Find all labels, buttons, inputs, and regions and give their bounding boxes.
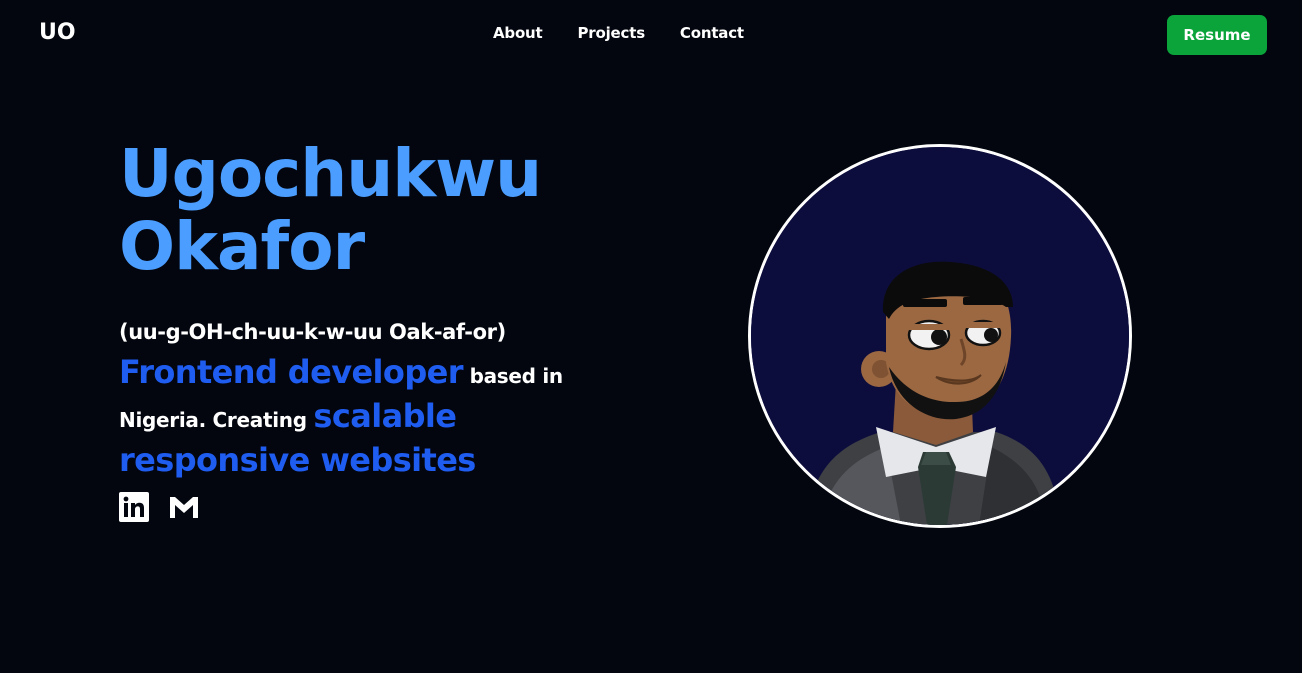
main-nav: About Projects Contact [493, 24, 779, 42]
nav-about[interactable]: About [493, 24, 543, 42]
logo[interactable]: UO [39, 20, 76, 45]
nav-projects[interactable]: Projects [578, 24, 646, 42]
name-first: Ugochukwu [119, 135, 542, 212]
hero-bio: Frontend developer based in Nigeria. Cre… [119, 352, 599, 484]
gmail-icon[interactable] [169, 492, 199, 522]
hero-name: Ugochukwu Okafor [119, 135, 542, 285]
resume-button[interactable]: Resume [1167, 15, 1267, 55]
avatar [748, 144, 1132, 528]
name-last: Okafor [119, 208, 365, 285]
name-pronunciation: (uu-g-OH-ch-uu-k-w-uu Oak-af-or) [119, 320, 506, 344]
social-links [119, 492, 219, 522]
nav-contact[interactable]: Contact [680, 24, 744, 42]
bio-highlight-role: Frontend developer [119, 353, 464, 391]
linkedin-icon[interactable] [119, 492, 149, 522]
